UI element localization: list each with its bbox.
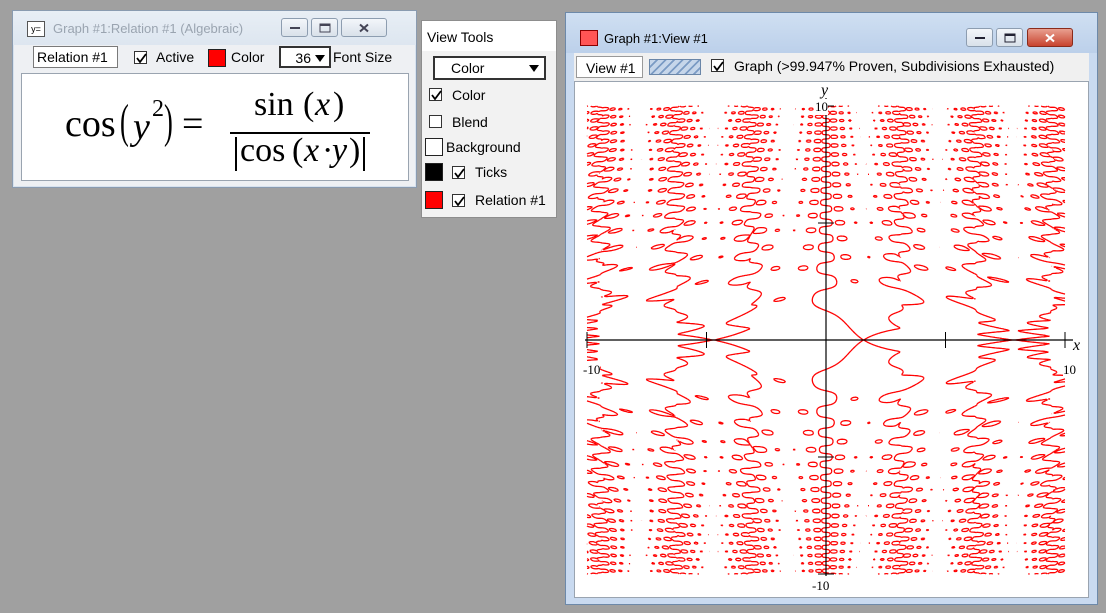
checkmark-icon — [431, 90, 442, 101]
formula-lhs-var: y — [133, 106, 150, 148]
y-axis-label: y — [821, 82, 829, 99]
view-tab-label: View #1 — [586, 60, 636, 76]
formula-num-func: sin — [254, 86, 294, 123]
relation-toolbar: Relation #1 Active Color 36 Font Size — [13, 45, 416, 71]
progress-stripe-icon — [649, 59, 701, 75]
abs-right-bar — [363, 137, 365, 171]
relation-visible-checkbox[interactable] — [452, 194, 465, 207]
relation-titlebar[interactable]: y= Graph #1:Relation #1 (Algebraic) — [13, 11, 416, 45]
color-label: Color — [231, 49, 265, 65]
graph-view-window: Graph #1:View #1 View #1 Graph (>99.947%… — [565, 12, 1098, 605]
graph-checkbox[interactable] — [711, 59, 724, 72]
x-min-tick-label: -10 — [583, 362, 601, 378]
background-label: Background — [446, 139, 521, 155]
formula-den-var2: y — [332, 132, 348, 169]
ticks-checkbox[interactable] — [452, 166, 465, 179]
formula-lhs-exponent: 2 — [152, 96, 164, 122]
active-checkbox[interactable] — [134, 51, 147, 64]
graph-canvas[interactable] — [575, 82, 1088, 597]
view-tools-header: View Tools — [422, 21, 556, 51]
color-mode-label: Color — [452, 87, 486, 103]
formula-den-open-paren: ( — [292, 132, 304, 169]
minimize-icon — [289, 26, 300, 29]
formula-num-close-paren: ) — [333, 86, 345, 123]
formula-lhs-func: cos — [65, 103, 116, 145]
close-button[interactable] — [1027, 28, 1073, 47]
formula-lhs-open-paren: ( — [120, 95, 129, 148]
relation-window-title: Graph #1:Relation #1 (Algebraic) — [53, 21, 244, 36]
chevron-down-icon — [529, 65, 539, 72]
relation-visible-label: Relation #1 — [475, 192, 546, 208]
relation-window: y= Graph #1:Relation #1 (Algebraic) Rela… — [12, 10, 417, 188]
graph-app-icon — [580, 30, 598, 46]
font-size-label: Font Size — [333, 49, 393, 65]
color-mode-checkbox[interactable] — [429, 88, 442, 101]
maximize-button[interactable] — [996, 28, 1023, 47]
formula-display[interactable]: cos ( y 2 ) = sin ( x ) cos ( x · y ) — [21, 73, 409, 181]
view-titlebar[interactable]: Graph #1:View #1 — [566, 13, 1097, 53]
view-tools-title: View Tools — [427, 29, 494, 45]
relation-curve-color-swatch[interactable] — [425, 191, 443, 209]
view-tab[interactable]: View #1 — [576, 56, 643, 78]
close-button[interactable] — [341, 18, 387, 37]
view-toolbar: View #1 Graph (>99.947% Proven, Subdivis… — [574, 53, 1089, 81]
maximize-icon — [319, 23, 330, 32]
active-label: Active — [156, 49, 195, 65]
view-mode-dropdown[interactable]: Color — [433, 56, 546, 80]
checkmark-icon — [454, 168, 465, 179]
y-min-tick-label: -10 — [812, 578, 830, 594]
view-mode-selected: Color — [451, 60, 485, 76]
blend-label: Blend — [452, 114, 488, 130]
formula-den-var1: x — [304, 132, 320, 169]
formula-equals: = — [182, 103, 204, 145]
formula-den-func: cos — [240, 132, 286, 169]
graph-status-label: Graph (>99.947% Proven, Subdivisions Exh… — [734, 58, 1055, 74]
minimize-button[interactable] — [281, 18, 308, 37]
formula-num-open-paren: ( — [303, 86, 315, 123]
minimize-button[interactable] — [966, 28, 993, 47]
formula-num-var: x — [315, 86, 331, 123]
close-icon — [359, 23, 369, 32]
background-color-swatch[interactable] — [425, 138, 443, 156]
relation-color-swatch[interactable] — [208, 49, 226, 67]
view-window-title: Graph #1:View #1 — [604, 31, 708, 46]
abs-left-bar — [235, 137, 237, 171]
formula-lhs-close-paren: ) — [164, 95, 173, 148]
checkmark-icon — [713, 61, 724, 72]
equation-app-icon: y= — [27, 21, 45, 37]
view-tools-panel: View Tools Color Color Blend Background … — [421, 20, 557, 218]
relation-name-field[interactable]: Relation #1 — [33, 46, 118, 68]
font-size-value: 36 — [295, 50, 311, 66]
checkmark-icon — [136, 53, 147, 64]
chevron-down-icon — [315, 55, 325, 62]
font-size-dropdown[interactable]: 36 — [279, 46, 331, 68]
y-max-tick-label: 10 — [815, 99, 828, 115]
checkmark-icon — [454, 196, 465, 207]
maximize-button[interactable] — [311, 18, 338, 37]
x-max-tick-label: 10 — [1063, 362, 1076, 378]
ticks-color-swatch[interactable] — [425, 163, 443, 181]
blend-checkbox[interactable] — [429, 115, 442, 128]
close-icon — [1045, 33, 1055, 42]
x-axis-label: x — [1073, 337, 1081, 354]
minimize-icon — [974, 36, 985, 39]
formula-den-close-paren: ) — [349, 132, 361, 169]
maximize-icon — [1004, 33, 1015, 42]
plot-area[interactable]: y x 10 -10 -10 10 — [574, 81, 1089, 598]
ticks-label: Ticks — [475, 164, 508, 180]
